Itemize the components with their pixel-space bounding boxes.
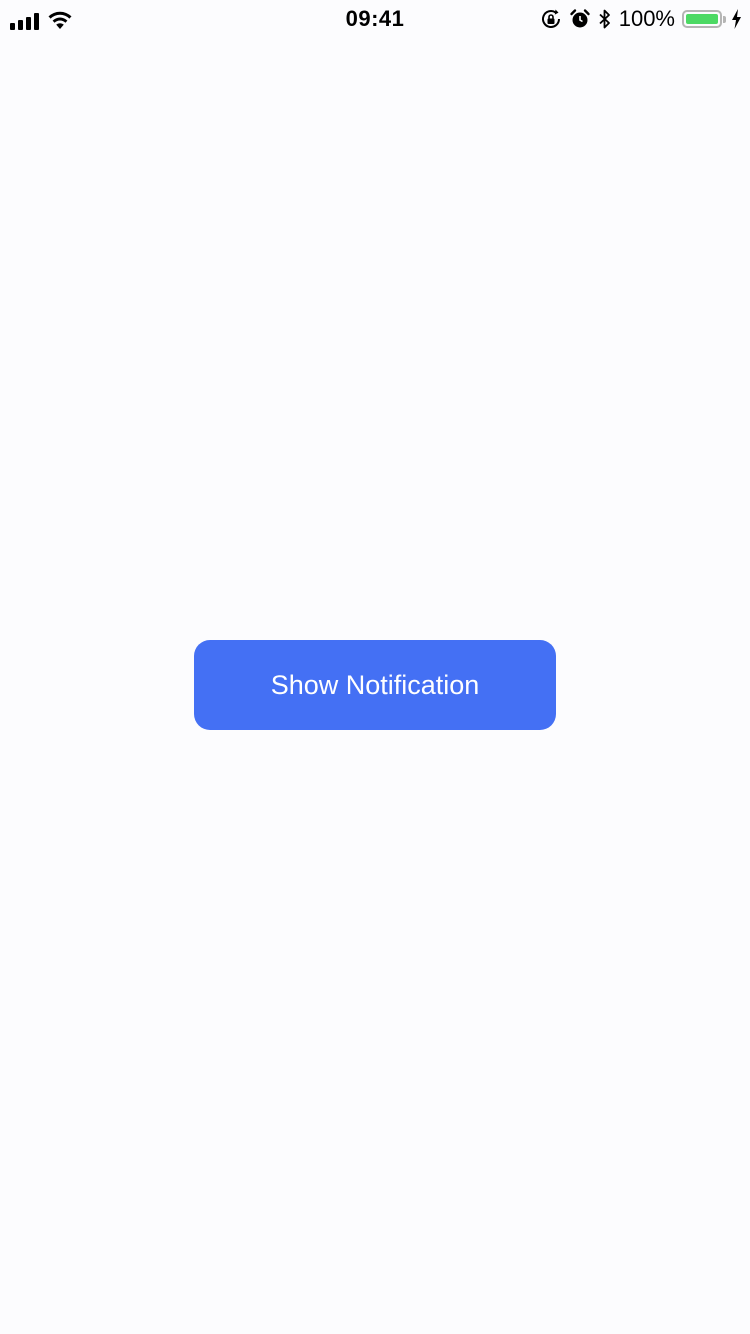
orientation-lock-icon [541,9,560,28]
status-right-group: 100% [540,6,742,32]
battery-icon [682,10,726,28]
alarm-icon [570,9,590,28]
show-notification-button[interactable]: Show Notification [194,640,556,730]
battery-cap [723,16,726,23]
battery-percentage: 100% [618,6,675,31]
charging-bolt-icon [732,9,741,29]
status-bar: 09:41 100% [0,0,750,40]
bluetooth-icon [599,9,610,29]
battery-level-fill [686,14,718,24]
